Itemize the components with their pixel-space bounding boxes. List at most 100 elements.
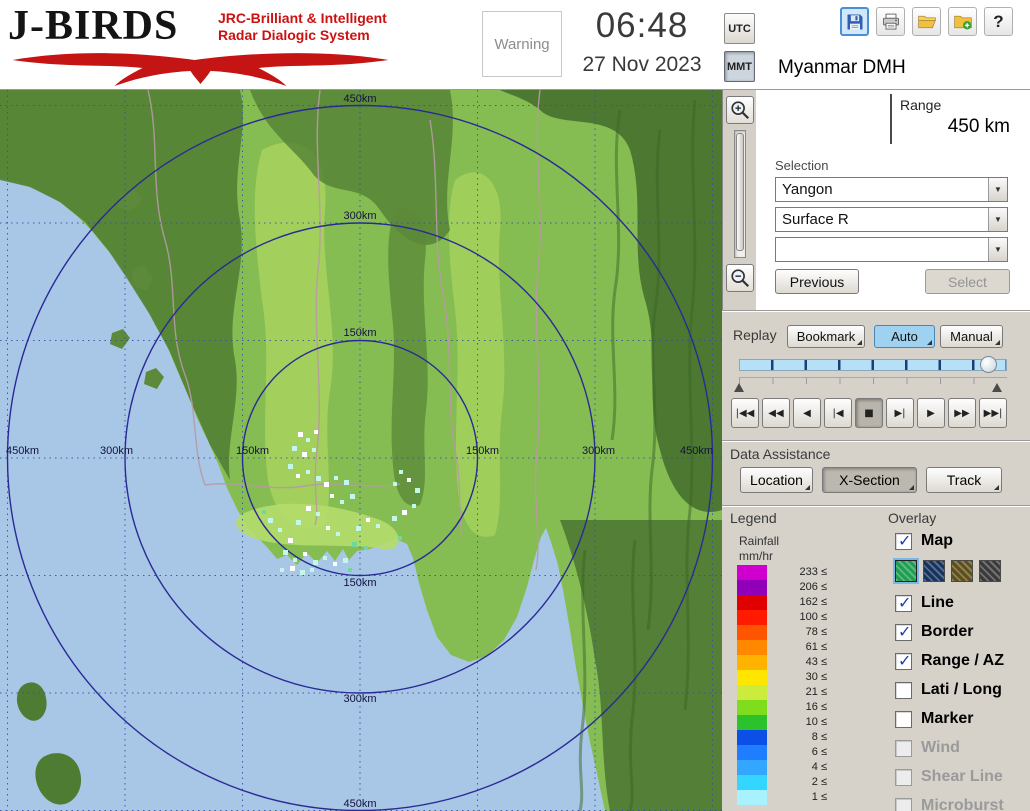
- location-button[interactable]: Location: [740, 467, 813, 493]
- legend-entry: 30 ≤: [737, 670, 827, 685]
- checkbox[interactable]: [895, 593, 912, 612]
- logo-subtitle-line1: JRC-Brilliant & Intelligent: [218, 10, 387, 26]
- legend-entry: 1 ≤: [737, 790, 827, 805]
- data-assistance-panel: Data Assistance Location X-Section Track: [722, 440, 1030, 505]
- jump-start-button[interactable]: |◀◀: [731, 398, 759, 428]
- overlay-item-label: Map: [921, 532, 953, 549]
- select-button[interactable]: Select: [925, 269, 1010, 294]
- extra-dropdown[interactable]: ▼: [775, 237, 1008, 262]
- station-name: Myanmar DMH: [778, 57, 906, 78]
- legend-unit-line1: Rainfall: [739, 534, 780, 548]
- save-button[interactable]: [840, 7, 869, 36]
- bookmark-button[interactable]: Bookmark: [787, 325, 865, 348]
- map-color-swatch-green[interactable]: [895, 560, 917, 582]
- overlay-item-marker[interactable]: Marker: [895, 708, 1025, 730]
- legend-color-swatch: [737, 715, 767, 730]
- zoom-slider-thumb[interactable]: [736, 133, 744, 251]
- logo-subtitle: JRC-Brilliant & Intelligent Radar Dialog…: [218, 10, 387, 44]
- legend-value-label: 6 ≤: [811, 746, 827, 758]
- fast-rewind-button[interactable]: ◀◀: [762, 398, 790, 428]
- checkbox[interactable]: [895, 651, 912, 670]
- map-color-swatch-navy[interactable]: [923, 560, 945, 582]
- checkbox: [895, 768, 912, 786]
- checkbox[interactable]: [895, 710, 912, 728]
- help-button[interactable]: ?: [984, 7, 1013, 36]
- zoom-in-button[interactable]: [726, 96, 754, 124]
- overlay-item-shear-line: Shear Line: [895, 766, 1025, 788]
- overlay-item-line[interactable]: Line: [895, 592, 1025, 614]
- legend-value-label: 43 ≤: [805, 656, 827, 668]
- timeline-thumb[interactable]: [980, 356, 997, 373]
- warning-indicator[interactable]: Warning: [482, 11, 562, 77]
- timezone-toggle: UTC MMT: [724, 13, 756, 89]
- play-reverse-button[interactable]: ◀: [793, 398, 821, 428]
- legend-entry: 100 ≤: [737, 610, 827, 625]
- step-back-button[interactable]: |◀: [824, 398, 852, 428]
- chevron-down-icon[interactable]: ▼: [988, 208, 1007, 231]
- legend-entry: 206 ≤: [737, 580, 827, 595]
- zoom-out-button[interactable]: [726, 264, 754, 292]
- overlay-item-border[interactable]: Border: [895, 621, 1025, 643]
- legend-entry: 21 ≤: [737, 685, 827, 700]
- stop-button[interactable]: ■: [855, 398, 883, 428]
- new-button[interactable]: [948, 7, 977, 36]
- range-label-n300: 300km: [343, 210, 376, 222]
- timeline-subtrack: [739, 377, 1007, 384]
- overlay-list: Map Line Border Range / AZ Lati / Long Marker…: [895, 530, 1025, 811]
- legend-value-label: 4 ≤: [811, 761, 827, 773]
- map-color-swatch-charcoal[interactable]: [979, 560, 1001, 582]
- map-color-swatches: [895, 559, 1025, 583]
- radar-map-svg: 450km 300km 150km 150km 300km 450km 450k…: [0, 89, 722, 811]
- map-color-swatch-olive[interactable]: [951, 560, 973, 582]
- product-dropdown[interactable]: Surface R ▼: [775, 207, 1008, 232]
- legend-color-swatch: [737, 685, 767, 700]
- radar-map[interactable]: 450km 300km 150km 150km 300km 450km 450k…: [0, 89, 722, 811]
- checkbox[interactable]: [895, 622, 912, 641]
- overlay-item-microburst: Microburst: [895, 795, 1025, 811]
- replay-timeline[interactable]: [739, 359, 1007, 371]
- legend-entry: 78 ≤: [737, 625, 827, 640]
- selection-panel: Range 450 km Selection Yangon ▼ Surface …: [756, 90, 1030, 310]
- legend-list: 233 ≤ 206 ≤ 162 ≤ 100 ≤ 78 ≤ 61 ≤ 43 ≤ 30 ≤ 21 ≤…: [737, 565, 827, 805]
- legend-entry: 162 ≤: [737, 595, 827, 610]
- mmt-button[interactable]: MMT: [724, 51, 755, 82]
- step-forward-button[interactable]: ▶|: [886, 398, 914, 428]
- open-button[interactable]: [912, 7, 941, 36]
- checkbox[interactable]: [895, 531, 912, 550]
- overlay-item-lati-long[interactable]: Lati / Long: [895, 679, 1025, 701]
- checkbox[interactable]: [895, 681, 912, 699]
- track-button[interactable]: Track: [926, 467, 1002, 493]
- overlay-item-range-az[interactable]: Range / AZ: [895, 650, 1025, 672]
- chevron-down-icon[interactable]: ▼: [988, 238, 1007, 261]
- playback-controls: |◀◀ ◀◀ ◀ |◀ ■ ▶| ▶ ▶▶ ▶▶|: [731, 398, 1007, 428]
- chevron-down-icon[interactable]: ▼: [988, 178, 1007, 201]
- legend-value-label: 78 ≤: [805, 626, 827, 638]
- legend-color-swatch: [737, 700, 767, 715]
- zoom-slider[interactable]: [734, 130, 746, 258]
- overlay-item-label: Microburst: [921, 797, 1004, 811]
- fast-forward-button[interactable]: ▶▶: [948, 398, 976, 428]
- overlay-item-label: Range / AZ: [921, 652, 1004, 669]
- range-label-e450: 450km: [680, 445, 713, 457]
- range-label-w300: 300km: [100, 445, 133, 457]
- previous-button[interactable]: Previous: [775, 269, 859, 294]
- zoom-out-icon: [731, 269, 750, 288]
- print-button[interactable]: [876, 7, 905, 36]
- overlay-item-map[interactable]: Map: [895, 530, 1025, 552]
- legend-value-label: 100 ≤: [799, 611, 827, 623]
- legend-title: Legend: [730, 510, 777, 526]
- manual-button[interactable]: Manual: [940, 325, 1003, 348]
- timeline-start-marker[interactable]: [734, 383, 744, 392]
- jump-end-button[interactable]: ▶▶|: [979, 398, 1007, 428]
- utc-button[interactable]: UTC: [724, 13, 755, 44]
- auto-button[interactable]: Auto: [874, 325, 935, 348]
- x-section-button[interactable]: X-Section: [822, 467, 917, 493]
- legend-entry: 6 ≤: [737, 745, 827, 760]
- range-label-s450: 450km: [343, 798, 376, 810]
- overlay-title: Overlay: [888, 510, 937, 526]
- play-button[interactable]: ▶: [917, 398, 945, 428]
- site-dropdown[interactable]: Yangon ▼: [775, 177, 1008, 202]
- save-icon: [847, 14, 862, 29]
- clock-date: 27 Nov 2023: [582, 53, 702, 76]
- timeline-end-marker[interactable]: [992, 383, 1002, 392]
